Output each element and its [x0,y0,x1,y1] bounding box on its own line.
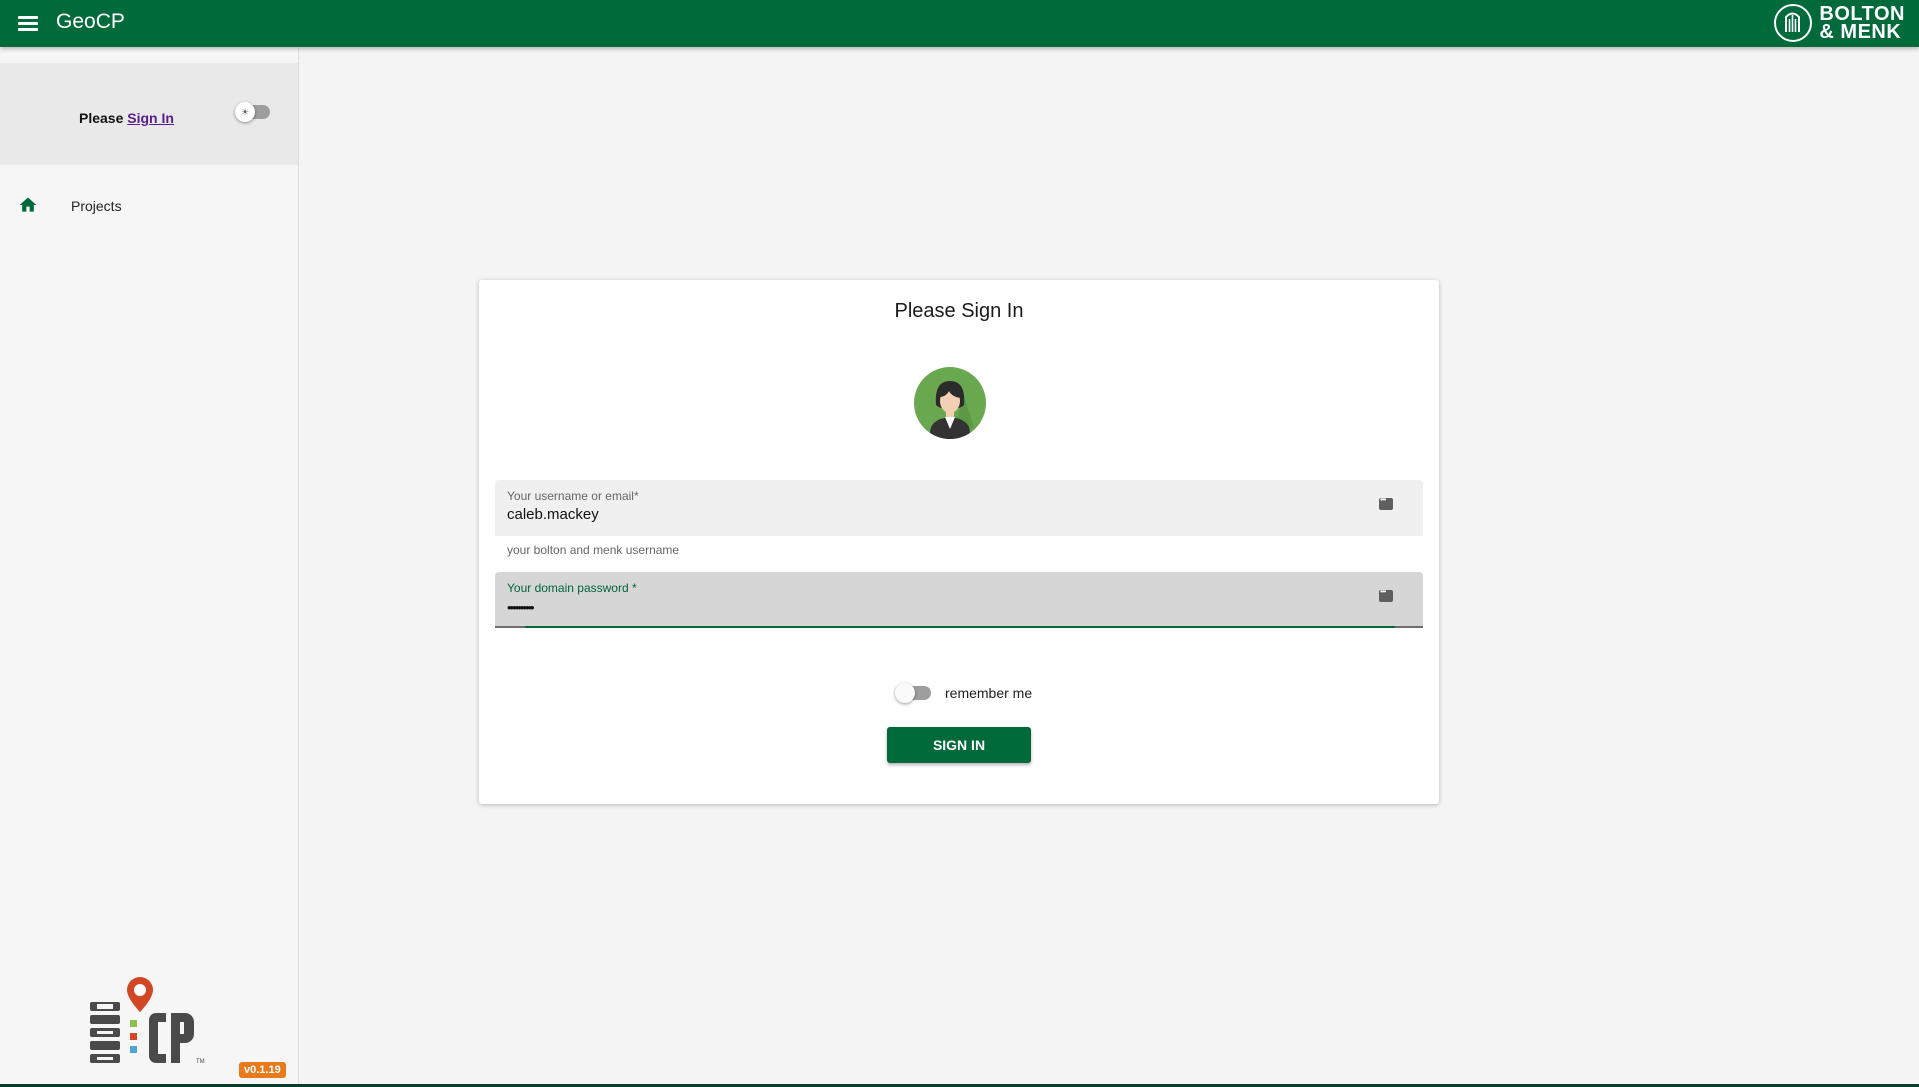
password-manager-icon[interactable] [1379,587,1393,602]
username-input[interactable] [507,506,1367,523]
remember-me-toggle[interactable]: remember me [895,683,1033,703]
sidebar: Please Sign In ☀ Projects TM v0.1.19 [0,47,299,1087]
password-manager-icon[interactable] [1379,495,1393,510]
password-field[interactable]: Your domain password * •••••••••• [495,572,1423,628]
remember-me-label: remember me [945,685,1033,701]
theme-toggle[interactable]: ☀ [235,102,270,122]
hamburger-menu-icon[interactable] [14,12,42,36]
username-label: Your username or email* [507,489,639,503]
sidebar-item-projects[interactable]: Projects [0,185,298,229]
svg-text:TM: TM [196,1059,205,1065]
signin-card: Please Sign In Your username or email* y… [479,280,1439,804]
password-label: Your domain password * [507,581,637,595]
signin-button[interactable]: SIGN IN [887,727,1031,763]
switch-knob [895,683,915,703]
version-badge: v0.1.19 [239,1062,286,1078]
username-field[interactable]: Your username or email* [495,480,1423,536]
signin-panel: Please Sign In ☀ [0,63,298,165]
home-icon [19,197,37,212]
password-input[interactable]: •••••••••• [507,600,1367,615]
brand-line-2: & MENK [1819,21,1902,43]
remember-switch[interactable] [895,683,931,703]
sun-icon: ☀ [235,102,255,122]
bolton-menk-emblem-icon [1774,4,1813,42]
avatar [914,367,986,439]
sidebar-signin-link[interactable]: Sign In [127,110,174,126]
sidebar-item-label: Projects [71,198,122,214]
card-title: Please Sign In [894,300,1024,322]
app-bar: GeoCP BOLTON & MENK [0,0,1919,47]
username-hint: your bolton and menk username [507,543,680,557]
please-label: Please [79,110,124,126]
bolton-menk-logo: BOLTON & MENK [1774,2,1905,44]
geocp-logo: TM [90,977,205,1065]
please-signin-text: Please Sign In [79,110,174,126]
app-title: GeoCP [56,10,125,33]
